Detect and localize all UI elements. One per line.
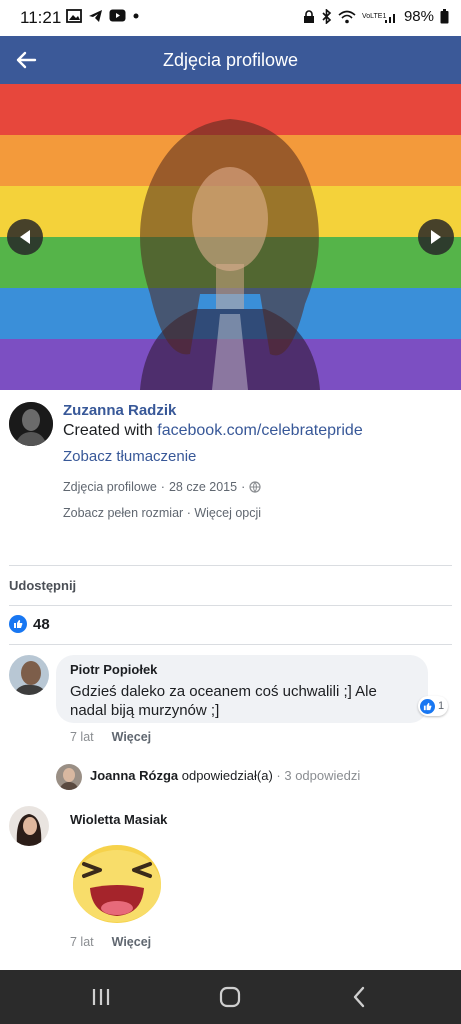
back-button[interactable] (10, 44, 42, 76)
previous-photo-button[interactable] (7, 219, 43, 255)
recent-apps-icon (92, 989, 110, 1005)
chevron-left-icon (20, 230, 30, 244)
divider (9, 605, 452, 606)
comment-meta: 7 lat Więcej (70, 730, 151, 744)
recent-apps-button[interactable] (88, 984, 114, 1010)
youtube-icon (109, 9, 126, 22)
status-right-icons: VoLTE1 98% (303, 8, 449, 25)
reply-count[interactable]: 3 odpowiedzi (281, 768, 360, 783)
likes-count: 48 (33, 615, 50, 633)
laughing-sticker[interactable] (70, 842, 164, 926)
app-bar: Zdjęcia profilowe (0, 36, 461, 84)
globe-icon (249, 481, 261, 493)
more-options-link[interactable]: Więcej opcji (194, 506, 261, 520)
comment-meta: 7 lat Więcej (70, 935, 151, 949)
status-left-icons (66, 9, 140, 23)
like-icon (420, 698, 435, 714)
home-button[interactable] (217, 984, 243, 1010)
post-date: 28 cze 2015 (168, 480, 238, 494)
back-icon (353, 986, 365, 1008)
comment-text: Gdzieś daleko za oceanem coś uchwalili ;… (70, 683, 377, 719)
comment-bubble[interactable]: Piotr Popiołek Gdzieś daleko za oceanem … (56, 655, 428, 723)
comment-more-link[interactable]: Więcej (112, 730, 152, 744)
commenter-avatar[interactable] (9, 806, 49, 846)
reply-avatar[interactable] (56, 764, 82, 790)
post-options: Zobacz pełen rozmiar · Więcej opcji (63, 506, 261, 520)
telegram-icon (89, 10, 102, 22)
back-arrow-icon (16, 51, 37, 69)
like-icon (9, 615, 27, 633)
signal-icon (384, 13, 395, 23)
battery-icon (440, 9, 449, 24)
system-nav-bar (0, 970, 461, 1024)
comment-reactions-badge[interactable]: 1 (418, 696, 449, 716)
post-author[interactable]: Zuzanna Radzik (63, 402, 176, 419)
avatar-image (9, 402, 53, 446)
comment-author[interactable]: Wioletta Masiak (70, 812, 167, 827)
next-photo-button[interactable] (418, 219, 454, 255)
bluetooth-icon (322, 9, 332, 24)
commenter-avatar[interactable] (9, 655, 49, 695)
home-icon (219, 986, 241, 1008)
comment-time: 7 lat (70, 730, 94, 744)
author-avatar[interactable] (9, 402, 53, 446)
options-separator: · (186, 506, 191, 520)
comment-author[interactable]: Piotr Popiołek (70, 662, 157, 677)
likes-summary[interactable]: 48 (9, 615, 50, 633)
meta-separator-2: · (241, 480, 246, 494)
battery-percent: 98% (403, 8, 434, 25)
wifi-icon (338, 10, 356, 23)
post-caption: Created with facebook.com/celebratepride (63, 422, 363, 440)
avatar-image (9, 806, 49, 846)
avatar-image (9, 655, 49, 695)
full-size-link[interactable]: Zobacz pełen rozmiar (63, 506, 183, 520)
reply-author[interactable]: Joanna Rózga (90, 768, 178, 783)
dot-icon (133, 13, 139, 19)
share-button[interactable]: Udostępnij (9, 578, 76, 593)
lock-icon (303, 9, 314, 23)
avatar-image (56, 764, 82, 790)
divider (9, 644, 452, 645)
comment-more-link[interactable]: Więcej (112, 935, 152, 949)
system-back-button[interactable] (346, 984, 372, 1010)
caption-text: Created with (63, 422, 158, 439)
reaction-count: 1 (438, 700, 445, 712)
meta-separator: · (160, 480, 165, 494)
reply-action: odpowiedział(a) (178, 768, 277, 783)
reply-summary[interactable]: Joanna Rózga odpowiedział(a) · 3 odpowie… (90, 768, 360, 783)
profile-photo[interactable] (0, 84, 461, 390)
see-translation-link[interactable]: Zobacz tłumaczenie (63, 448, 196, 465)
person-silhouette (140, 119, 320, 390)
gallery-icon (66, 9, 82, 23)
album-link[interactable]: Zdjęcia profilowe (63, 480, 157, 494)
chevron-right-icon (431, 230, 441, 244)
comment-time: 7 lat (70, 935, 94, 949)
status-time: 11:21 (20, 8, 62, 27)
page-title: Zdjęcia profilowe (162, 49, 299, 70)
caption-link[interactable]: facebook.com/celebratepride (157, 422, 362, 439)
divider (9, 565, 452, 566)
post-meta: Zdjęcia profilowe · 28 cze 2015 · (63, 480, 261, 494)
status-bar: 11:21 VoLTE1 98% (0, 0, 461, 36)
network-label: VoLTE1 (361, 13, 387, 20)
